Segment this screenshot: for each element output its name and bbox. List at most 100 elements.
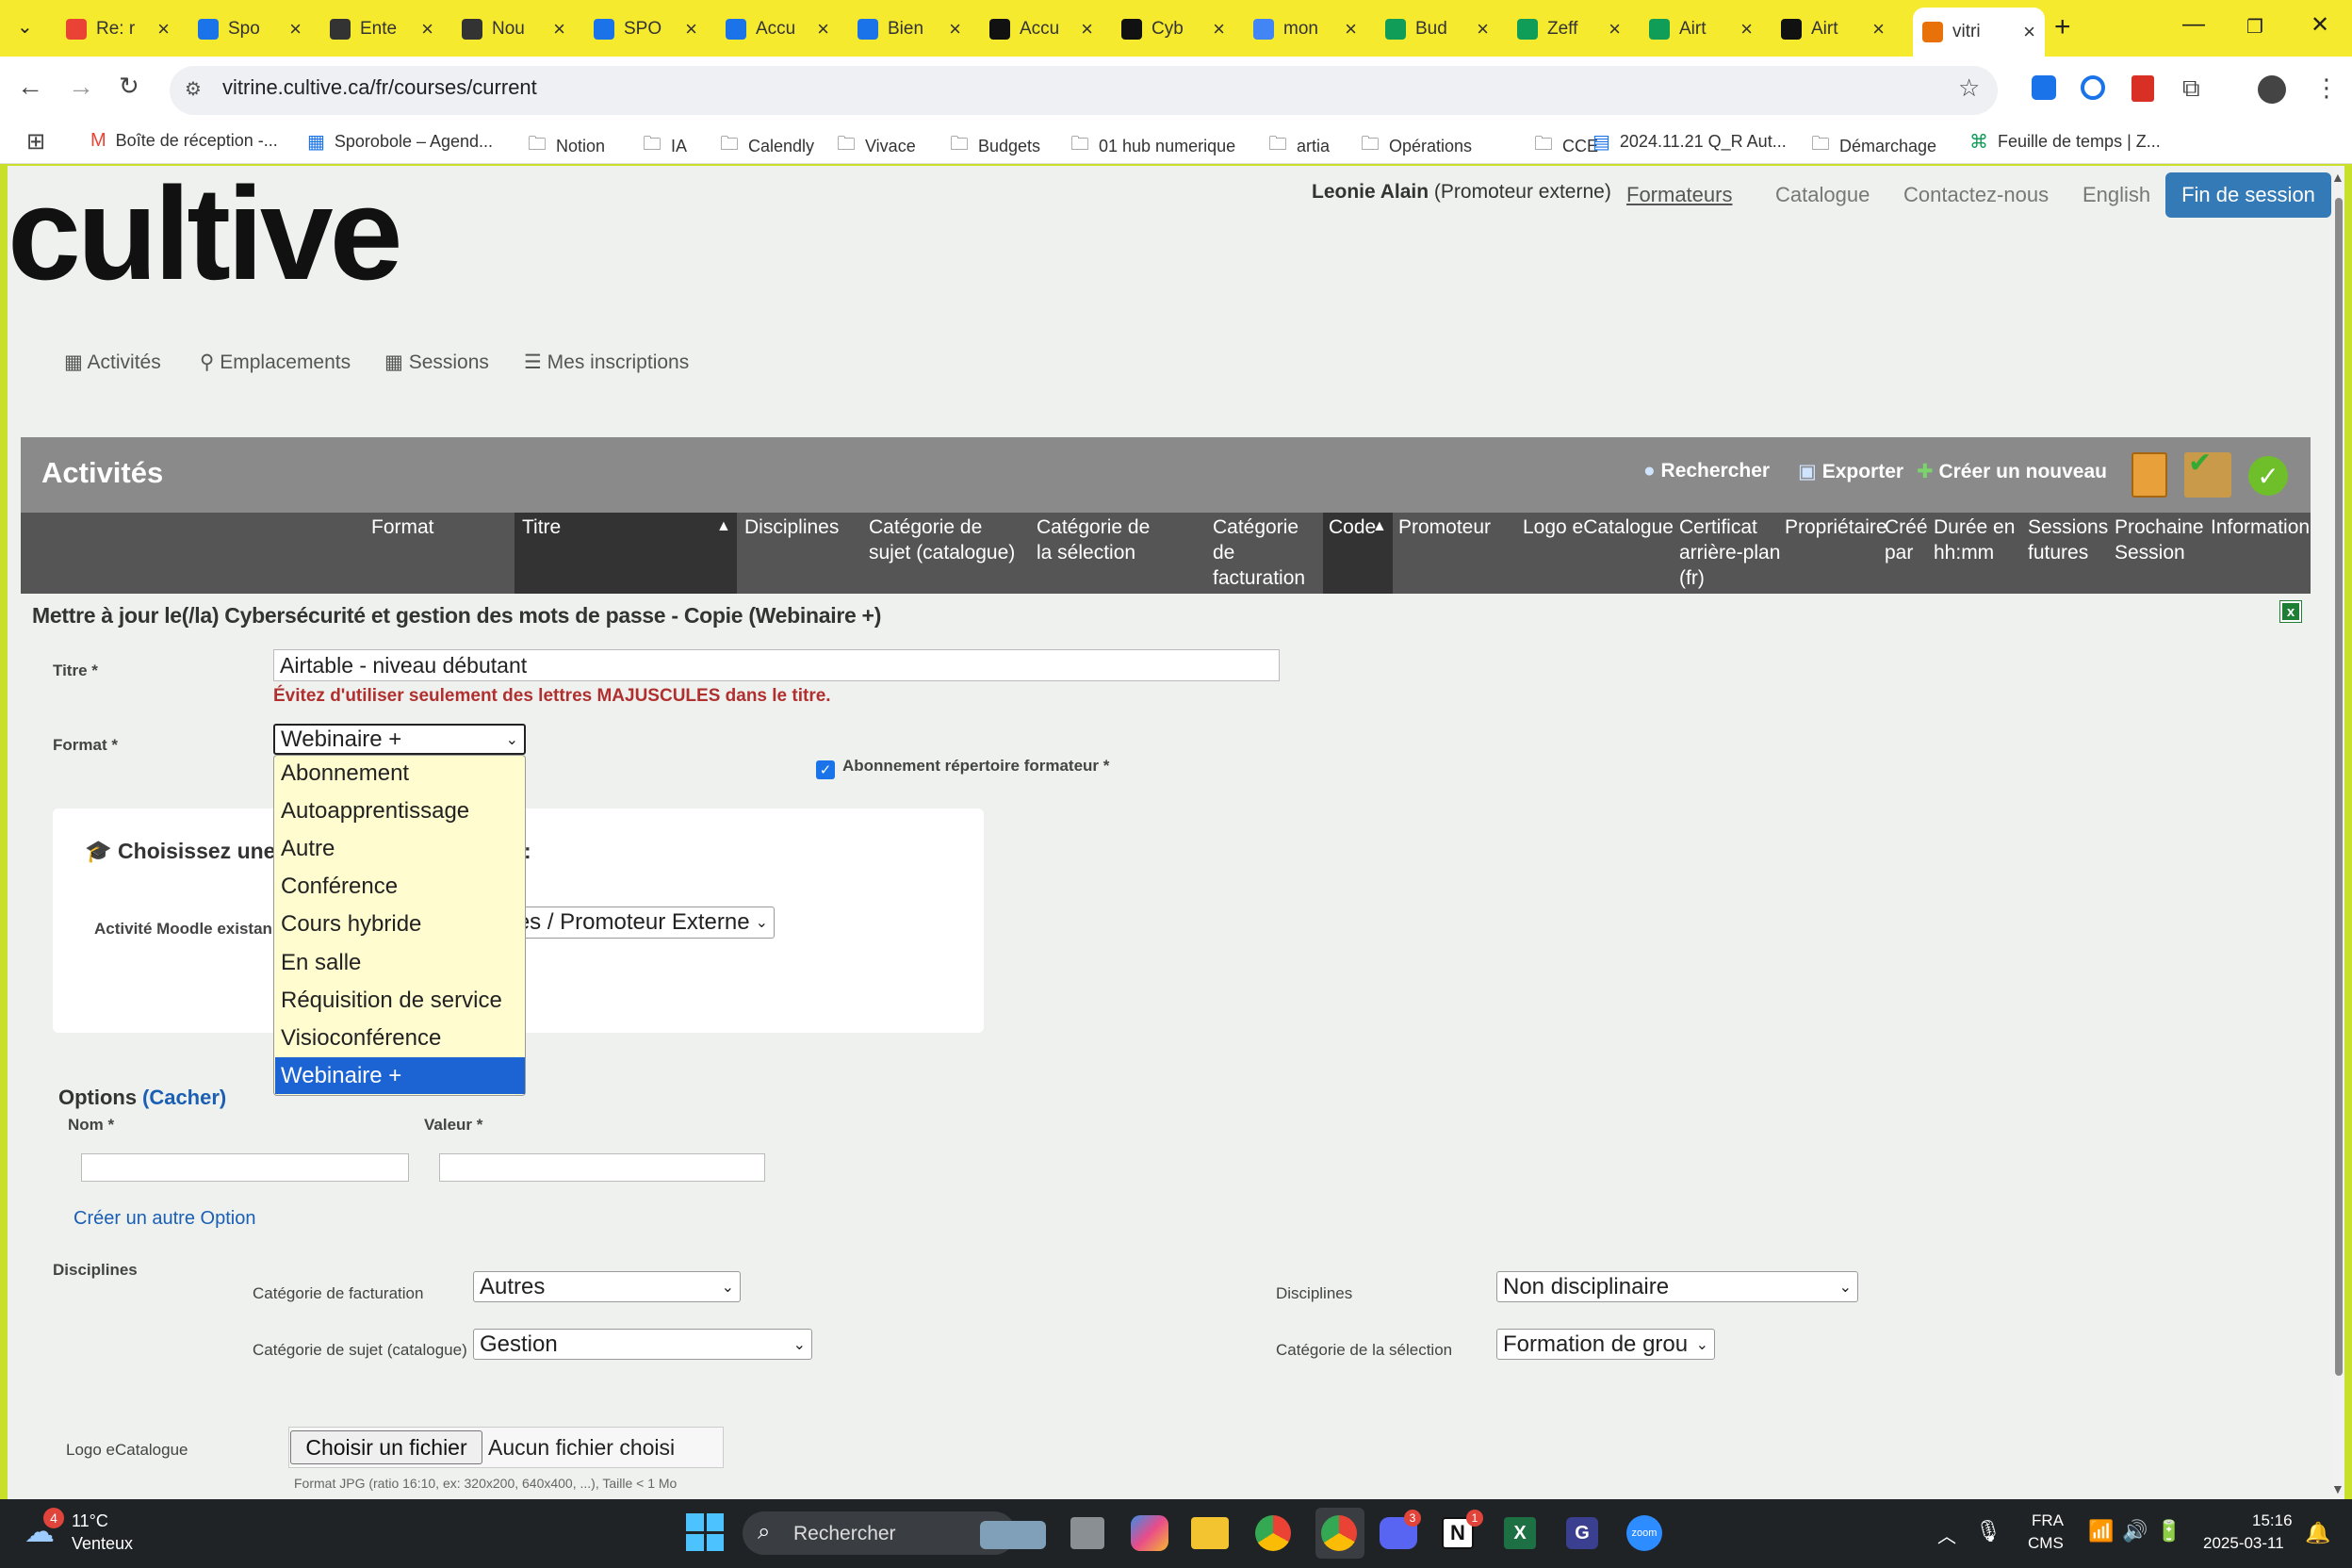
copilot-icon[interactable] <box>1131 1515 1168 1551</box>
bookmark-item[interactable]: 🗀 Opérations <box>1361 130 1472 162</box>
column-header[interactable]: Catégorie de sujet (catalogue) <box>869 514 1020 565</box>
volume-icon[interactable]: 🔊 <box>2122 1519 2148 1544</box>
tab-10[interactable]: Bud × <box>1376 9 1498 49</box>
battery-icon[interactable]: 🔋 <box>2156 1519 2181 1544</box>
moodle-activity-select[interactable]: es / Promoteur Externe ⌄ <box>509 906 775 939</box>
cat-selection-select[interactable]: Formation de grou ⌄ <box>1496 1329 1715 1360</box>
menu-emplacements[interactable]: ⚲ Emplacements <box>200 351 351 374</box>
option-name-input[interactable] <box>81 1153 409 1182</box>
menu-sessions[interactable]: ▦ Sessions <box>384 351 489 374</box>
column-header[interactable]: Sessions futures <box>2028 514 2113 565</box>
chrome-icon[interactable] <box>1255 1515 1291 1551</box>
tab-9[interactable]: mon × <box>1244 9 1366 49</box>
back-icon[interactable]: ← <box>17 72 43 102</box>
close-tab-icon[interactable]: × <box>817 17 829 41</box>
column-header[interactable]: Promoteur <box>1398 514 1511 540</box>
mic-icon[interactable]: 🎙 <box>1975 1519 2001 1544</box>
search-action[interactable]: ● Rechercher <box>1643 460 1770 482</box>
scroll-down-icon[interactable]: ▼ <box>2331 1481 2344 1496</box>
close-window-icon[interactable]: ✕ <box>2311 11 2329 39</box>
format-option[interactable]: Abonnement <box>281 760 409 787</box>
logout-button[interactable]: Fin de session <box>2165 172 2331 218</box>
close-tab-icon[interactable]: × <box>2023 20 2035 44</box>
close-tab-icon[interactable]: × <box>1081 17 1093 41</box>
create-option-link[interactable]: Créer un autre Option <box>74 1208 255 1230</box>
wifi-icon[interactable]: 📶 <box>2088 1519 2114 1544</box>
create-action[interactable]: ✚ Créer un nouveau <box>1917 460 2107 483</box>
sort-asc-icon[interactable]: ▲ <box>1372 518 1387 535</box>
apps-grid-icon[interactable]: ⊞ <box>26 128 45 155</box>
bookmark-item[interactable]: 🗀 Budgets <box>950 130 1040 162</box>
extension-icon[interactable] <box>2081 75 2105 100</box>
close-tab-icon[interactable]: × <box>157 17 170 41</box>
bookmark-item[interactable]: 🗀 Démarchage <box>1811 130 1936 162</box>
column-header[interactable]: Format <box>371 514 475 540</box>
site-info-icon[interactable]: ⚙ <box>185 77 202 101</box>
zoom-icon[interactable]: zoom <box>1626 1515 1662 1551</box>
format-option[interactable]: Réquisition de service <box>281 988 502 1014</box>
pdf-extension-icon[interactable] <box>2132 75 2154 102</box>
close-tab-icon[interactable]: × <box>1872 17 1885 41</box>
keyboard-lang-1[interactable]: FRA <box>2032 1511 2064 1530</box>
options-hide-link[interactable]: (Cacher) <box>142 1086 226 1110</box>
column-header[interactable]: Catégorie de la sélection <box>1037 514 1168 565</box>
format-option[interactable]: Autre <box>281 836 335 862</box>
bookmark-item[interactable]: ▦ Sporobole – Agend... <box>307 130 493 154</box>
bookmark-item[interactable]: 🗀 Calendly <box>720 130 814 162</box>
tab-11[interactable]: Zeff × <box>1508 9 1630 49</box>
close-tab-icon[interactable]: × <box>1609 17 1621 41</box>
keyboard-lang-2[interactable]: CMS <box>2028 1534 2064 1553</box>
tab-4[interactable]: SPO × <box>584 9 707 49</box>
close-tab-icon[interactable]: × <box>1345 17 1357 41</box>
bookmark-star-icon[interactable]: ☆ <box>1958 74 1980 103</box>
file-explorer-icon[interactable] <box>1191 1517 1229 1549</box>
column-header[interactable]: Titre <box>522 514 710 540</box>
bookmark-item[interactable]: 🗀 IA <box>643 130 687 162</box>
close-tab-icon[interactable]: × <box>949 17 961 41</box>
bookmark-item[interactable]: 🗀 Vivace <box>837 130 916 162</box>
extension-icon[interactable] <box>2032 75 2056 100</box>
tab-6[interactable]: Bien × <box>848 9 971 49</box>
column-header[interactable]: Prochaine Session <box>2115 514 2209 565</box>
tab-7[interactable]: Accu × <box>980 9 1102 49</box>
checklist-icon[interactable]: ✔ <box>2184 448 2231 498</box>
sort-asc-icon[interactable]: ▲ <box>716 518 731 535</box>
close-tab-icon[interactable]: × <box>1740 17 1753 41</box>
export-action[interactable]: ▣ Exporter <box>1798 460 1903 483</box>
column-header[interactable]: Créé par <box>1885 514 1932 565</box>
nav-language-link[interactable]: English <box>2082 183 2150 207</box>
chrome-profile-icon[interactable] <box>1321 1515 1357 1551</box>
tray-chevron-icon[interactable]: ︿ <box>1937 1521 1956 1548</box>
profile-avatar[interactable] <box>2258 75 2286 104</box>
close-tab-icon[interactable]: × <box>1213 17 1225 41</box>
tab-3[interactable]: Nou × <box>452 9 575 49</box>
column-header[interactable]: Propriétaire <box>1785 514 1888 540</box>
close-tab-icon[interactable]: × <box>289 17 302 41</box>
nav-formateurs-link[interactable]: Formateurs <box>1626 183 1732 207</box>
column-header[interactable]: Logo eCatalogue <box>1523 514 1674 540</box>
column-header[interactable]: Disciplines <box>744 514 858 540</box>
validate-icon[interactable]: ✓ <box>2248 456 2288 496</box>
tab-2[interactable]: Ente × <box>320 9 443 49</box>
column-header[interactable]: Code <box>1329 514 1376 540</box>
minimize-icon[interactable]: — <box>2182 11 2205 38</box>
format-option[interactable]: En salle <box>281 950 361 976</box>
scrollbar-thumb[interactable] <box>2335 198 2343 1376</box>
tab-8[interactable]: Cyb × <box>1112 9 1234 49</box>
cat-facturation-select[interactable]: Autres ⌄ <box>473 1271 741 1302</box>
app-icon[interactable]: G <box>1566 1517 1598 1549</box>
close-tab-icon[interactable]: × <box>685 17 697 41</box>
option-value-input[interactable] <box>439 1153 765 1182</box>
clock-date[interactable]: 2025-03-11 <box>2203 1534 2284 1553</box>
tab-14[interactable]: vitri × <box>1913 8 2045 57</box>
bookmark-item[interactable]: 🗀 Notion <box>528 130 605 162</box>
bookmark-item[interactable]: ⌘ Feuille de temps | Z... <box>1969 130 2161 154</box>
column-header[interactable]: Catégorie de facturation <box>1213 514 1326 591</box>
format-option[interactable]: Webinaire + <box>281 1063 401 1089</box>
new-tab-button[interactable]: + <box>2054 11 2071 43</box>
disciplines-select[interactable]: Non disciplinaire ⌄ <box>1496 1271 1858 1302</box>
column-header[interactable]: Information <box>2211 514 2310 540</box>
bookmark-item[interactable]: ▤ 2024.11.21 Q_R Aut... <box>1592 130 1787 154</box>
forward-icon[interactable]: → <box>68 72 94 102</box>
cabinet-icon[interactable] <box>2132 452 2167 498</box>
